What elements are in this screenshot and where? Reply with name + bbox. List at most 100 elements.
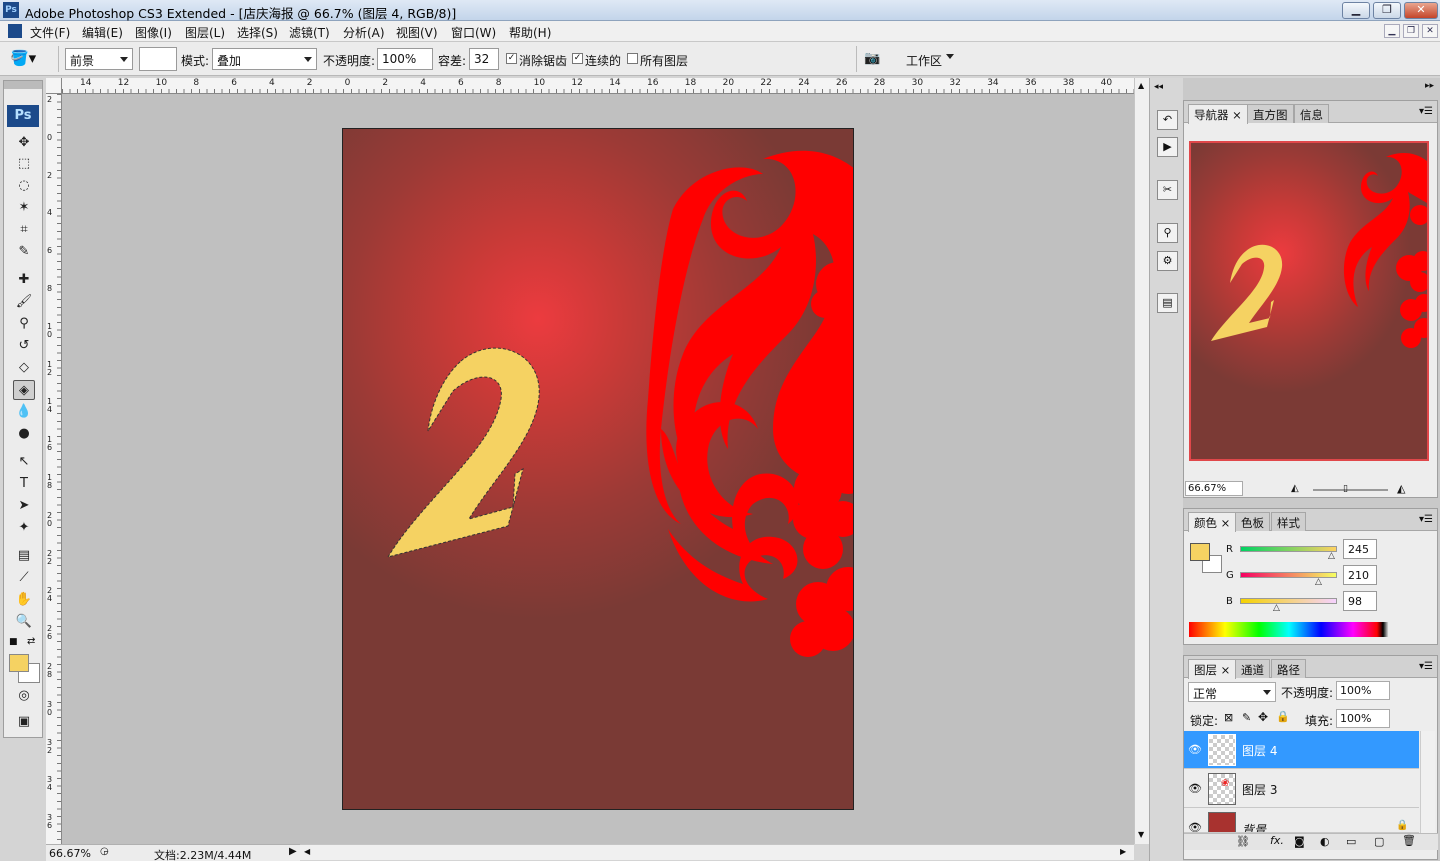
clone-source-icon[interactable]: ⚙ xyxy=(1157,251,1178,271)
blend-mode-select[interactable]: 正常 xyxy=(1188,682,1276,702)
navigator-thumbnail[interactable] xyxy=(1189,141,1429,461)
horizontal-scrollbar[interactable]: ◀ ▶ xyxy=(300,844,1134,860)
layer-fill-input[interactable]: 100% xyxy=(1336,709,1390,728)
document-icon[interactable] xyxy=(8,24,22,38)
tools-grip[interactable] xyxy=(4,81,42,89)
lock-transparency-icon[interactable]: ⊠ xyxy=(1224,711,1233,724)
r-slider-handle[interactable]: △ xyxy=(1328,551,1335,561)
tab-color[interactable]: 颜色 × xyxy=(1188,512,1237,532)
all-layers-checkbox[interactable] xyxy=(627,53,638,64)
menu-analysis[interactable]: 分析(A) xyxy=(343,24,385,41)
menu-help[interactable]: 帮助(H) xyxy=(509,24,551,41)
type-tool-icon[interactable]: T xyxy=(13,474,35,494)
doc-close-button[interactable]: ✕ xyxy=(1422,24,1438,38)
lock-position-icon[interactable]: ✥ xyxy=(1258,710,1268,724)
actions-panel-icon[interactable]: ▶ xyxy=(1157,137,1178,157)
new-layer-icon[interactable]: ▢ xyxy=(1374,835,1384,848)
tab-navigator[interactable]: 导航器 × xyxy=(1188,104,1248,124)
g-slider[interactable] xyxy=(1240,572,1337,578)
b-slider[interactable] xyxy=(1240,598,1337,604)
history-panel-icon[interactable]: ↶ xyxy=(1157,110,1178,130)
minimize-button[interactable]: ▁ xyxy=(1342,2,1370,19)
bridge-icon[interactable]: 📷 xyxy=(864,51,880,66)
hand-tool-icon[interactable]: ✋ xyxy=(13,590,35,610)
workspace-button[interactable]: 工作区 xyxy=(906,52,942,69)
eye-icon[interactable]: 👁 xyxy=(1188,743,1202,756)
restore-button[interactable]: ❐ xyxy=(1373,2,1401,19)
tab-styles[interactable]: 样式 xyxy=(1271,512,1306,531)
zoom-level[interactable]: 66.67% xyxy=(49,847,91,860)
tab-swatches[interactable]: 色板 xyxy=(1235,512,1270,531)
menu-select[interactable]: 选择(S) xyxy=(237,24,278,41)
link-layers-icon[interactable]: ⛓ xyxy=(1236,835,1250,848)
menu-filter[interactable]: 滤镜(T) xyxy=(289,24,330,41)
vertical-ruler[interactable]: 2 0 2 4 6 8 1 0 1 2 1 4 1 6 1 8 2 0 2 2 2 4 2 6 2 8 3 0 3… xyxy=(46,94,62,844)
menu-image[interactable]: 图像(I) xyxy=(135,24,172,41)
menu-view[interactable]: 视图(V) xyxy=(396,24,438,41)
g-slider-handle[interactable]: △ xyxy=(1315,577,1322,587)
brushes-panel-icon[interactable]: ⚲ xyxy=(1157,223,1178,243)
screen-mode-icon[interactable]: ▣ xyxy=(13,712,35,732)
doc-minimize-button[interactable]: ▁ xyxy=(1384,24,1400,38)
delete-layer-icon[interactable]: 🗑 xyxy=(1402,834,1416,847)
status-icon[interactable]: ◶ xyxy=(100,846,109,857)
swap-colors-icon[interactable]: ⇄ xyxy=(27,636,35,647)
panel-menu-icon[interactable]: ▾☰ xyxy=(1419,514,1433,525)
healing-brush-tool-icon[interactable]: ✚ xyxy=(13,270,35,290)
scroll-down-icon[interactable]: ▼ xyxy=(1138,830,1144,839)
layer-name[interactable]: 图层 4 xyxy=(1242,742,1277,759)
layer-row-background[interactable]: 👁 背景 🔒 xyxy=(1184,809,1419,833)
menu-window[interactable]: 窗口(W) xyxy=(451,24,496,41)
crop-tool-icon[interactable]: ⌗ xyxy=(13,220,35,240)
r-slider[interactable] xyxy=(1240,546,1337,552)
paint-bucket-tool-icon[interactable]: ◈ xyxy=(13,380,35,400)
layer-name[interactable]: 背景 xyxy=(1242,821,1266,832)
antialias-checkbox[interactable]: ✓ xyxy=(506,53,517,64)
layer-row-4[interactable]: 👁 图层 4 xyxy=(1184,731,1419,769)
layer-row-3[interactable]: 👁 ❀ 图层 3 xyxy=(1184,770,1419,808)
scroll-left-icon[interactable]: ◀ xyxy=(304,847,310,856)
layer-comps-icon[interactable]: ▤ xyxy=(1157,293,1178,313)
horizontal-ruler[interactable]: 14 12 10 8 6 4 2 0 2 4 6 8 10 12 14 16 18 20 22 24 26 28 30 32 3… xyxy=(62,78,1134,94)
zoom-in-icon[interactable]: ◭ xyxy=(1397,482,1405,495)
dodge-tool-icon[interactable]: ● xyxy=(13,424,35,444)
notes-tool-icon[interactable]: ▤ xyxy=(13,546,35,566)
zoom-tool-icon[interactable]: 🔍 xyxy=(13,612,35,632)
custom-shape-tool-icon[interactable]: ✦ xyxy=(13,518,35,538)
foreground-color-swatch[interactable] xyxy=(9,654,29,672)
layer-opacity-input[interactable]: 100% xyxy=(1336,681,1390,700)
eye-icon[interactable]: 👁 xyxy=(1188,782,1202,795)
color-panel-foreground-swatch[interactable] xyxy=(1190,543,1210,561)
vertical-scrollbar[interactable]: ▲ ▼ xyxy=(1134,78,1149,844)
b-slider-handle[interactable]: △ xyxy=(1273,603,1280,613)
mode-select[interactable]: 叠加 xyxy=(212,48,317,70)
lock-pixels-icon[interactable]: ✎ xyxy=(1242,711,1251,724)
stamp-tool-icon[interactable]: ⚲ xyxy=(13,314,35,334)
menu-layer[interactable]: 图层(L) xyxy=(185,24,225,41)
navigator-zoom-slider[interactable] xyxy=(1313,489,1388,491)
brush-tool-icon[interactable]: 🖌 xyxy=(13,292,35,312)
doc-restore-button[interactable]: ❐ xyxy=(1403,24,1419,38)
scroll-right-icon[interactable]: ▶ xyxy=(1120,847,1126,856)
default-colors-icon[interactable]: ■ xyxy=(9,637,18,647)
eye-icon[interactable]: 👁 xyxy=(1188,821,1202,832)
document-canvas[interactable] xyxy=(342,128,854,810)
g-value-input[interactable]: 210 xyxy=(1343,565,1377,585)
fx-icon[interactable]: fx. xyxy=(1270,834,1284,847)
contiguous-checkbox[interactable]: ✓ xyxy=(572,53,583,64)
zoom-slider-handle[interactable]: ▯ xyxy=(1343,484,1348,494)
layer-name[interactable]: 图层 3 xyxy=(1242,781,1277,798)
tolerance-input[interactable]: 32 xyxy=(469,48,499,70)
ruler-origin[interactable] xyxy=(46,78,62,94)
close-button[interactable]: ✕ xyxy=(1404,2,1438,19)
scroll-up-icon[interactable]: ▲ xyxy=(1138,81,1144,90)
zoom-out-icon[interactable]: ◭ xyxy=(1291,483,1299,494)
pattern-picker[interactable] xyxy=(139,47,177,71)
eyedropper-tool-icon[interactable]: ⟋ xyxy=(13,568,35,588)
adjustment-layer-icon[interactable]: ◐ xyxy=(1320,835,1330,848)
magic-wand-tool-icon[interactable]: ✶ xyxy=(13,198,35,218)
r-value-input[interactable]: 245 xyxy=(1343,539,1377,559)
lasso-tool-icon[interactable]: ◌ xyxy=(13,176,35,196)
expand-arrows-icon[interactable]: ▸▸ xyxy=(1425,81,1434,91)
path-selection-tool-icon[interactable]: ↖ xyxy=(13,452,35,472)
